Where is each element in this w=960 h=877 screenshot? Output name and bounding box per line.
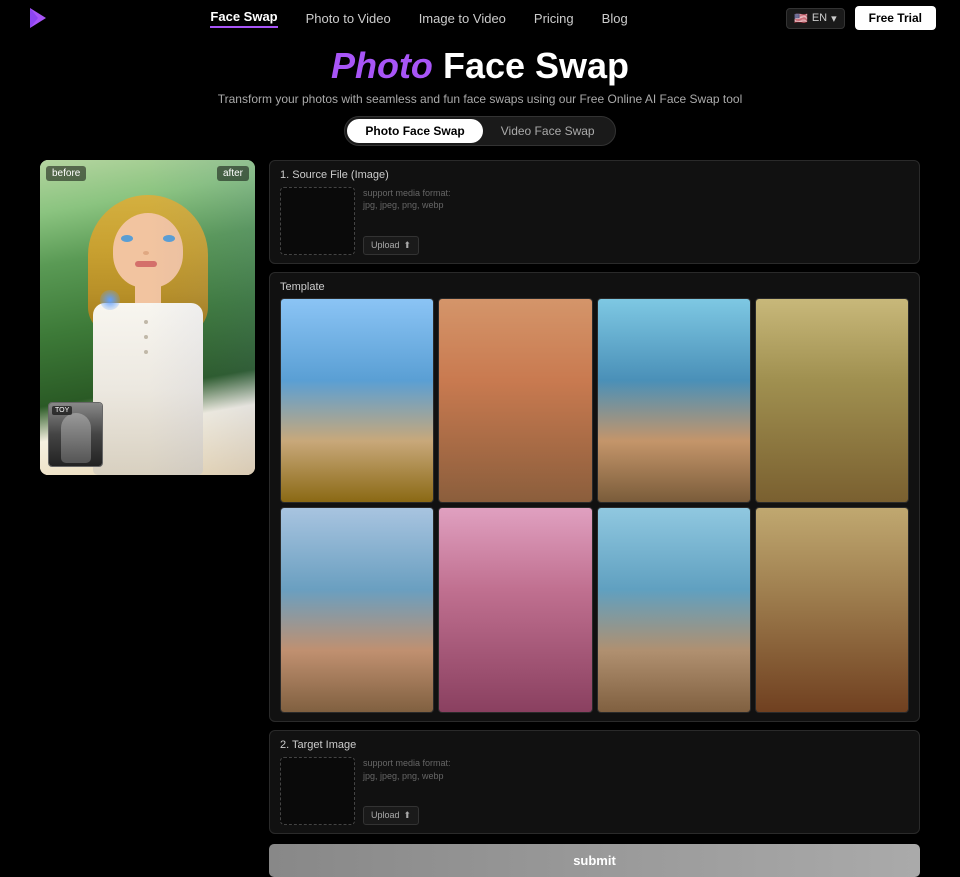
template-thumb-3[interactable] — [597, 298, 751, 504]
thumbnail-overlay: TOY — [48, 402, 103, 467]
after-label: after — [217, 166, 249, 181]
logo[interactable] — [24, 4, 52, 32]
template-panel: Template — [269, 272, 920, 722]
logo-icon — [24, 4, 52, 32]
hero-rest-word: Face Swap — [443, 45, 629, 86]
hero-photo-word: Photo — [331, 45, 433, 86]
submit-button[interactable]: submit — [269, 844, 920, 877]
template-thumb-1[interactable] — [280, 298, 434, 504]
hero-heading: Photo Face Swap — [331, 46, 629, 86]
tab-video-face-swap[interactable]: Video Face Swap — [483, 119, 613, 143]
right-panel: 1. Source File (Image) support media for… — [269, 160, 920, 877]
hero-title: Photo Face Swap — [331, 46, 629, 86]
template-thumb-7[interactable] — [597, 507, 751, 713]
source-dropzone[interactable] — [280, 187, 355, 255]
source-upload-button[interactable]: Upload ⬆ — [363, 236, 419, 255]
navbar: Face Swap Photo to Video Image to Video … — [0, 0, 960, 36]
template-grid — [280, 298, 909, 713]
source-format-text: support media format:jpg, jpeg, png, web… — [363, 187, 909, 212]
free-trial-button[interactable]: Free Trial — [855, 6, 936, 30]
source-upload-info: support media format:jpg, jpeg, png, web… — [363, 187, 909, 255]
source-panel: 1. Source File (Image) support media for… — [269, 160, 920, 264]
lang-selector[interactable]: 🇺🇸 EN ▾ — [786, 8, 845, 29]
nav-photo-to-video[interactable]: Photo to Video — [306, 11, 391, 26]
flag-icon: 🇺🇸 — [794, 12, 808, 25]
template-thumb-8[interactable] — [755, 507, 909, 713]
tab-switcher: Photo Face Swap Video Face Swap — [344, 116, 615, 146]
target-panel-title: 2. Target Image — [280, 739, 909, 751]
chevron-down-icon: ▾ — [831, 12, 837, 25]
target-upload-info: support media format:jpg, jpeg, png, web… — [363, 757, 909, 825]
tab-photo-face-swap[interactable]: Photo Face Swap — [347, 119, 482, 143]
before-label: before — [46, 166, 86, 181]
source-upload-area: support media format:jpg, jpeg, png, web… — [280, 187, 909, 255]
nav-image-to-video[interactable]: Image to Video — [419, 11, 506, 26]
template-thumb-6[interactable] — [438, 507, 592, 713]
target-upload-area: support media format:jpg, jpeg, png, web… — [280, 757, 909, 825]
nav-pricing[interactable]: Pricing — [534, 11, 574, 26]
nav-blog[interactable]: Blog — [602, 11, 628, 26]
navbar-right: 🇺🇸 EN ▾ Free Trial — [786, 6, 936, 30]
main-content: Photo Face Swap Transform your photos wi… — [0, 36, 960, 877]
template-thumb-4[interactable] — [755, 298, 909, 504]
before-after-container: before after — [40, 160, 255, 475]
lang-label: EN — [812, 12, 827, 24]
nav-face-swap[interactable]: Face Swap — [210, 9, 277, 28]
hero-subtitle: Transform your photos with seamless and … — [218, 92, 742, 106]
nav-links: Face Swap Photo to Video Image to Video … — [210, 9, 627, 28]
target-upload-label: Upload — [371, 810, 400, 820]
target-upload-icon: ⬆ — [404, 810, 412, 821]
bottom-section: before after — [40, 160, 920, 877]
upload-icon: ⬆ — [404, 240, 412, 251]
source-upload-label: Upload — [371, 240, 400, 250]
target-upload-button[interactable]: Upload ⬆ — [363, 806, 419, 825]
source-panel-title: 1. Source File (Image) — [280, 169, 909, 181]
template-label: Template — [280, 281, 909, 293]
target-format-text: support media format:jpg, jpeg, png, web… — [363, 757, 909, 782]
template-thumb-5[interactable] — [280, 507, 434, 713]
target-panel: 2. Target Image support media format:jpg… — [269, 730, 920, 834]
target-dropzone[interactable] — [280, 757, 355, 825]
glow-effect — [100, 290, 120, 310]
template-thumb-2[interactable] — [438, 298, 592, 504]
thumb-label-text: TOY — [52, 406, 72, 415]
